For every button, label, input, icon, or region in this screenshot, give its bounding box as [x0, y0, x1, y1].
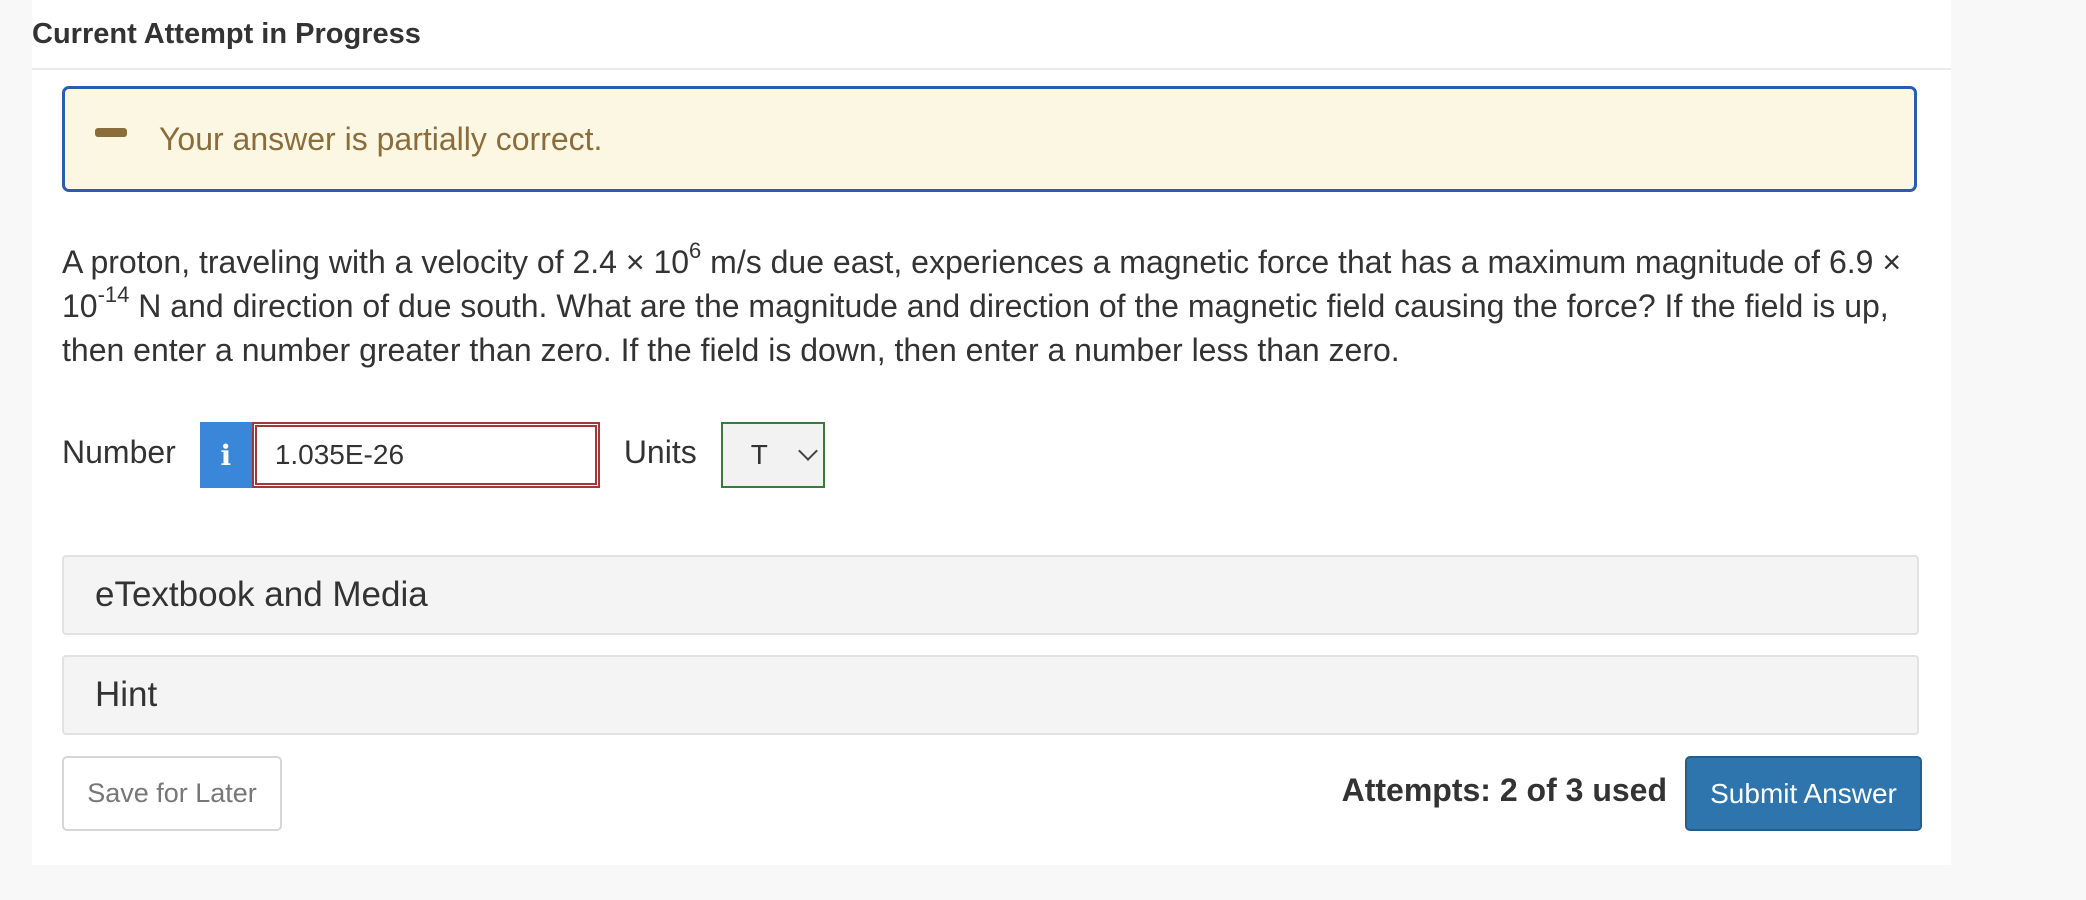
- question-part-1: A proton, traveling with a velocity of 2…: [62, 244, 690, 280]
- save-for-later-button[interactable]: Save for Later: [62, 756, 282, 831]
- feedback-text: Your answer is partially correct.: [159, 120, 603, 157]
- units-select[interactable]: T: [720, 422, 825, 488]
- feedback-alert: Your answer is partially correct.: [62, 86, 1917, 192]
- question-panel: Current Attempt in Progress Your answer …: [32, 0, 1951, 865]
- units-label: Units: [623, 433, 697, 470]
- hint-label: Hint: [95, 675, 158, 714]
- chevron-down-icon: [797, 441, 818, 461]
- attempts-counter: Attempts: 2 of 3 used: [1341, 772, 1667, 808]
- minus-icon: [95, 127, 127, 137]
- submit-answer-button[interactable]: Submit Answer: [1685, 756, 1922, 831]
- etextbook-media-label: eTextbook and Media: [95, 575, 428, 614]
- number-input[interactable]: [251, 422, 600, 488]
- page-title: Current Attempt in Progress: [32, 17, 421, 50]
- info-glyph: i: [220, 438, 232, 472]
- hint-section[interactable]: Hint: [62, 655, 1919, 735]
- panel-header: Current Attempt in Progress: [32, 0, 1951, 70]
- answer-row: Number i Units T: [62, 422, 825, 488]
- question-part-3: N and direction of due south. What are t…: [62, 288, 1889, 368]
- question-text: A proton, traveling with a velocity of 2…: [62, 240, 1942, 372]
- etextbook-media-section[interactable]: eTextbook and Media: [62, 555, 1919, 635]
- info-icon[interactable]: i: [199, 422, 252, 488]
- question-exponent-1: 6: [689, 238, 702, 264]
- question-exponent-2: -14: [97, 282, 130, 308]
- units-selected-value: T: [750, 439, 768, 470]
- number-label: Number: [62, 433, 176, 470]
